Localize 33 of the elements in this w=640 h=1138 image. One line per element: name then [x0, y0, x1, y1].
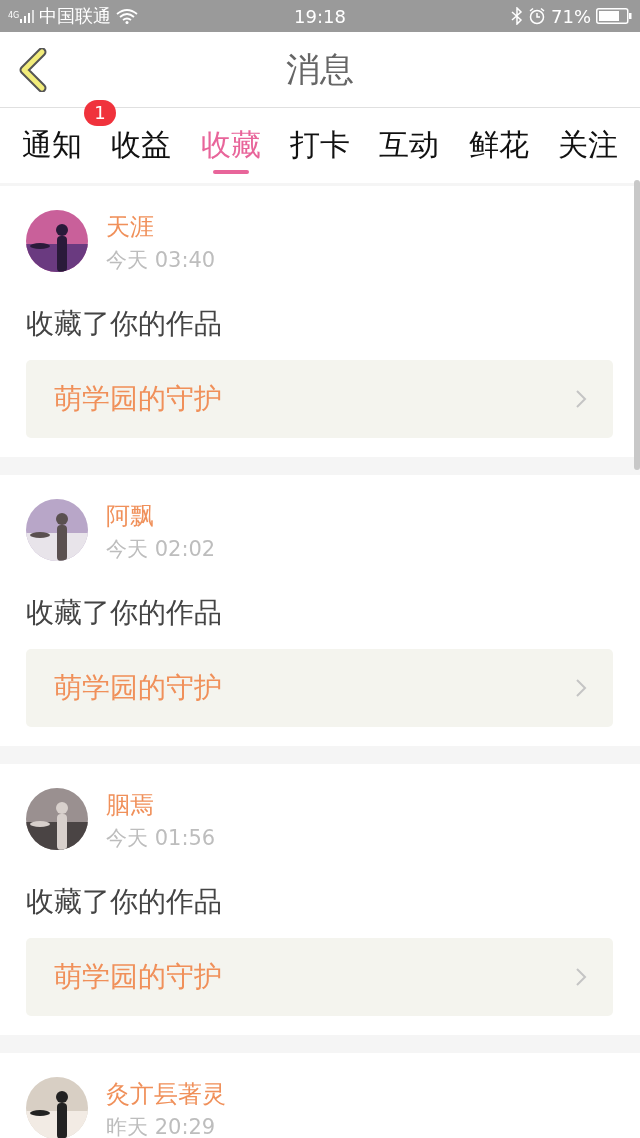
- tab[interactable]: 打卡: [290, 108, 350, 170]
- work-link[interactable]: 萌学园的守护: [26, 360, 613, 438]
- message-time: 今天 02:02: [106, 536, 216, 563]
- chevron-right-icon: [575, 678, 587, 698]
- user-name[interactable]: 天涯: [106, 210, 154, 244]
- message-time: 今天 03:40: [106, 247, 216, 274]
- tab[interactable]: 关注: [557, 108, 618, 170]
- message-text: 收藏了你的作品: [26, 595, 223, 631]
- page-title: 消息: [286, 47, 354, 91]
- message-time: 今天 01:56: [106, 825, 216, 852]
- network-type: 4G: [8, 11, 20, 20]
- count-badge: 1: [84, 100, 116, 126]
- user-name[interactable]: 阿飘: [106, 499, 154, 533]
- work-link[interactable]: 萌学园的守护: [26, 938, 613, 1016]
- tab[interactable]: 鲜花: [468, 108, 529, 170]
- message-time: 昨天 20:29: [106, 1114, 216, 1138]
- user-name[interactable]: 胭焉: [106, 788, 154, 822]
- user-name[interactable]: 灸亣镸著灵: [106, 1077, 226, 1111]
- status-time: 19:18: [294, 5, 346, 27]
- message-text: 收藏了你的作品: [26, 306, 223, 342]
- battery-percent: 71%: [551, 5, 591, 27]
- chevron-right-icon: [575, 389, 587, 409]
- tab[interactable]: 互动: [379, 108, 440, 170]
- battery-icon: [596, 8, 632, 24]
- wifi-icon: [116, 8, 139, 24]
- work-link[interactable]: 萌学园的守护: [26, 649, 613, 727]
- carrier-name: 中国联通: [39, 4, 112, 28]
- bluetooth-icon: [511, 7, 523, 25]
- chevron-right-icon: [575, 967, 587, 987]
- signal-icon: [20, 9, 35, 23]
- alarm-icon: [528, 7, 546, 25]
- message-text: 收藏了你的作品: [26, 884, 223, 920]
- tab[interactable]: 通知: [22, 108, 82, 170]
